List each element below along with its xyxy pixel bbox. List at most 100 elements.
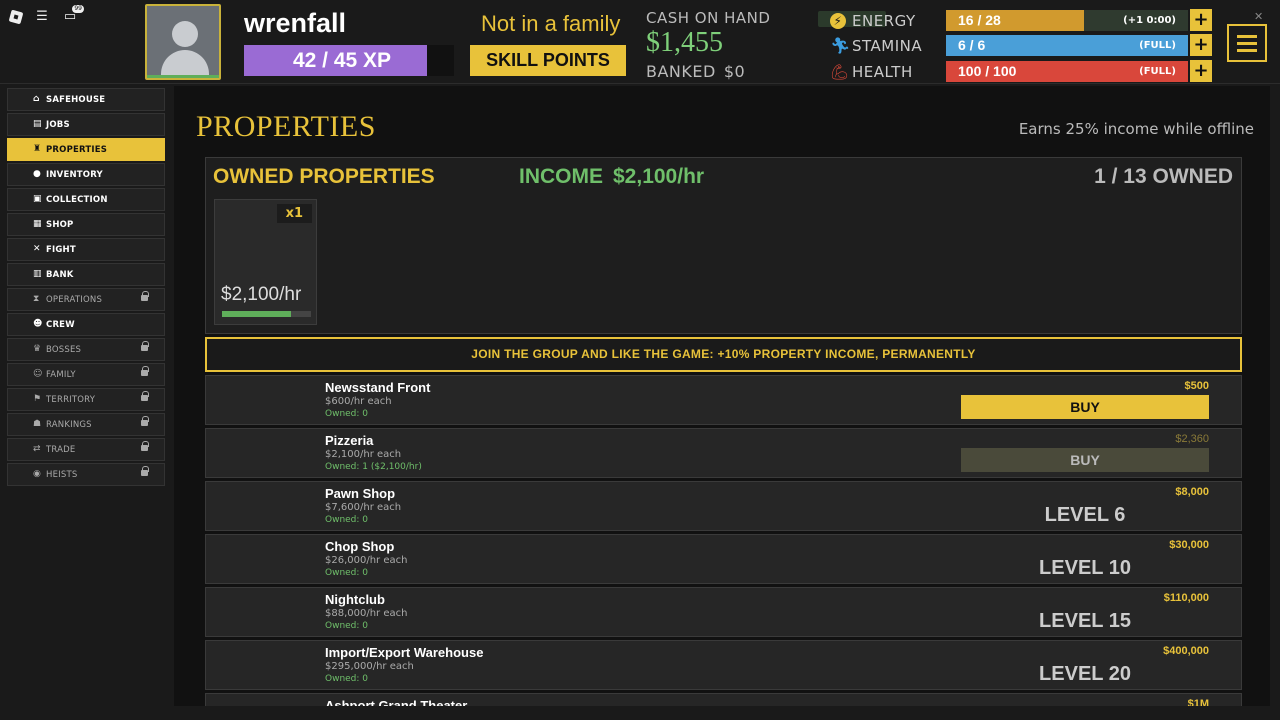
sidebar-item-territory[interactable]: ⚑ TERRITORY [7,388,165,411]
sidebar-item-rankings[interactable]: ☗ RANKINGS [7,413,165,436]
property-owned: Owned: 0 [325,621,369,631]
level-requirement: LEVEL 15 [1039,610,1131,632]
health-stat: 💪︎ HEALTH [830,61,913,83]
sidebar-item-family[interactable]: ☺ FAMILY [7,363,165,386]
xp-bar: 42 / 45 XP [244,45,454,76]
property-list: Newsstand Front $600/hr each Owned: 0 $500 B… [205,375,1242,706]
property-name: Ashport Grand Theater [325,698,468,706]
property-owned: Owned: 0 [325,568,369,578]
sidebar-item-label: SAFEHOUSE [46,94,106,105]
sidebar-item-bosses[interactable]: ♛ BOSSES [7,338,165,361]
property-rate: $88,000/hr each [325,608,408,619]
banked-value: $0 [723,62,746,81]
property-name: Pizzeria [325,433,374,448]
property-price: $110,000 [1163,592,1209,604]
xp-text: 42 / 45 XP [292,49,392,72]
hamburger-menu-button[interactable] [1227,24,1267,62]
income-progress-fill [222,311,292,317]
lock-icon [141,441,149,451]
level-requirement: LEVEL 10 [1039,557,1131,579]
owned-properties-title: OWNED PROPERTIES [213,165,435,188]
sidebar-nav: ⌂ SAFEHOUSE ▤ JOBS ♜ PROPERTIES ● INVENTORY ▣ COL… [7,88,165,488]
avatar[interactable] [145,4,221,80]
page-title: PROPERTIES [196,110,376,143]
property-rate: $600/hr each [325,396,392,407]
property-price: $2,360 [1175,433,1209,445]
people-icon: ☻ [33,319,43,329]
sidebar-item-safehouse[interactable]: ⌂ SAFEHOUSE [7,88,165,111]
stamina-bar: 6 / 6 (FULL) [946,35,1188,56]
property-row: Pawn Shop $7,600/hr each Owned: 0 $8,000 LEV… [205,481,1242,531]
sidebar-item-operations[interactable]: ⧗ OPERATIONS [7,288,165,311]
energy-regen: (+1 0:00) [1123,15,1176,26]
sidebar-item-crew[interactable]: ☻ CREW [7,313,165,336]
owned-rate: $2,100/hr [221,284,302,305]
sidebar-item-collection[interactable]: ▣ COLLECTION [7,188,165,211]
property-name: Chop Shop [325,539,395,554]
mask-icon: ◉ [33,469,42,479]
clipboard-icon: ▤ [33,119,42,129]
lightning-icon: ⚡ [830,13,846,29]
lock-icon [141,466,149,476]
buy-button[interactable]: BUY [961,448,1209,472]
property-row: Newsstand Front $600/hr each Owned: 0 $500 B… [205,375,1242,425]
sidebar-item-label: FIGHT [46,244,76,255]
sidebar-item-shop[interactable]: ▦ SHOP [7,213,165,236]
house-icon: ⌂ [33,94,40,104]
sidebar-item-bank[interactable]: ▥ BANK [7,263,165,286]
sidebar-item-inventory[interactable]: ● INVENTORY [7,163,165,186]
family-status: Not in a family [481,11,621,36]
owned-property-card[interactable]: x1 $2,100/hr [214,199,317,325]
stamina-stat: 🏃︎ STAMINA [830,35,922,57]
sidebar-item-trade[interactable]: ⇄ TRADE [7,438,165,461]
property-owned: Owned: 1 ($2,100/hr) [325,462,422,472]
sidebar-item-properties[interactable]: ♜ PROPERTIES [7,138,165,161]
property-price: $400,000 [1163,645,1209,657]
income-label: INCOME [519,165,603,188]
close-icon[interactable]: ✕ [1254,10,1263,23]
energy-stat: ⚡ ENERGY [830,10,916,32]
sidebar-item-label: RANKINGS [46,419,92,430]
property-owned: Owned: 0 [325,674,369,684]
flexed-arm-icon: 💪︎ [830,63,850,81]
level-requirement: LEVEL 6 [1044,504,1126,526]
energy-label: ENERGY [852,12,916,30]
property-name: Import/Export Warehouse [325,645,484,660]
property-rate: $7,600/hr each [325,502,402,513]
sidebar-item-label: TERRITORY [46,394,96,405]
owned-count: 1 / 13 OWNED [1094,165,1233,188]
avatar-status-strip [147,75,219,78]
level-requirement: LEVEL 20 [1039,663,1131,685]
lock-icon [141,341,149,351]
group-bonus-banner[interactable]: JOIN THE GROUP AND LIKE THE GAME: +10% P… [205,337,1242,372]
income-summary: INCOME $2,100/hr [519,165,704,189]
property-row: Ashport Grand Theater $1M [205,693,1242,706]
cards-icon: ▣ [33,194,42,204]
property-price: $500 [1184,380,1209,392]
sidebar-item-label: CREW [46,319,75,330]
sidebar-item-label: BANK [46,269,74,280]
skill-points-button[interactable]: SKILL POINTS [470,45,626,76]
sidebar-item-jobs[interactable]: ▤ JOBS [7,113,165,136]
stamina-plus-button[interactable]: + [1190,34,1212,56]
property-rate: $2,100/hr each [325,449,402,460]
flag-icon: ⚑ [33,394,42,404]
property-row: Chop Shop $26,000/hr each Owned: 0 $30,000 L… [205,534,1242,584]
energy-plus-button[interactable]: + [1190,9,1212,31]
person-icon: ☺ [33,369,43,379]
owned-qty: x1 [276,204,312,223]
bank-icon: ▥ [33,269,42,279]
sidebar-item-fight[interactable]: ✕ FIGHT [7,238,165,261]
buy-button[interactable]: BUY [961,395,1209,419]
sidebar-item-heists[interactable]: ◉ HEISTS [7,463,165,486]
hourglass-icon: ⧗ [33,294,40,304]
cash-value: $1,455 [646,27,723,58]
health-plus-button[interactable]: + [1190,60,1212,82]
running-icon: 🏃︎ [830,36,851,55]
trophy-icon: ☗ [33,419,42,429]
lock-icon [141,366,149,376]
sidebar-item-label: OPERATIONS [46,294,103,305]
sidebar-item-label: FAMILY [46,369,76,380]
property-price: $30,000 [1169,539,1209,551]
game-header: wrenfall 42 / 45 XP Not in a family SKIL… [0,0,1280,84]
